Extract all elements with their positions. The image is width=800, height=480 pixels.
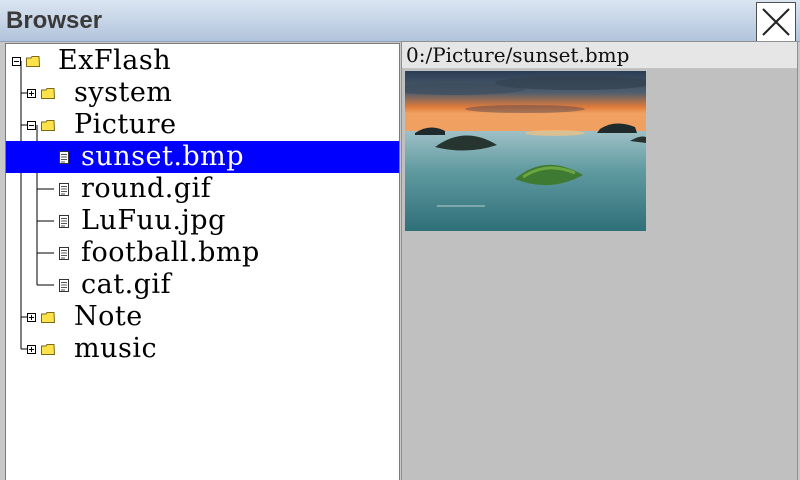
tree-item-label: Note [74,301,143,332]
tree-folder-item[interactable]: Note [6,301,399,333]
tree-file-item[interactable]: football.bmp [6,237,399,269]
preview-panel: 0:/Picture/sunset.bmp [401,41,798,480]
tree-item-label: music [74,333,158,364]
folder-open-icon [26,56,40,67]
expand-icon[interactable] [27,89,36,98]
file-icon [59,247,69,260]
tree-folder-item[interactable]: music [6,333,399,365]
tree-item-label: sunset.bmp [81,141,245,172]
collapse-icon[interactable] [27,121,36,130]
expand-icon[interactable] [27,345,36,354]
window-title-bar: Browser [0,0,800,42]
close-button[interactable] [756,2,796,42]
tree-folder-item[interactable]: system [6,77,399,109]
file-icon [59,279,69,292]
tree-item-label: Picture [74,109,177,140]
folder-icon [41,312,55,323]
folder-icon [41,88,55,99]
folder-open-icon [41,120,55,131]
file-icon [59,151,69,164]
tree-item-label: cat.gif [81,269,172,300]
tree-item-label: round.gif [81,173,212,204]
tree-item-label: LuFuu.jpg [81,205,226,236]
tree-file-item[interactable]: sunset.bmp [6,141,399,173]
file-icon [59,215,69,228]
folder-icon [41,344,55,355]
file-icon [59,183,69,196]
tree-folder-item[interactable]: ExFlash [6,45,399,77]
preview-image [405,71,646,231]
file-path-label: 0:/Picture/sunset.bmp [406,43,630,67]
tree-item-label: football.bmp [81,237,260,268]
file-tree[interactable]: ExFlash system Picture sunset.bmp round.gif L… [5,43,400,480]
tree-folder-item[interactable]: Picture [6,109,399,141]
tree-item-label: system [74,77,173,108]
tree-file-item[interactable]: LuFuu.jpg [6,205,399,237]
preview-header: 0:/Picture/sunset.bmp [402,42,797,69]
window-title: Browser [6,7,103,34]
expand-icon[interactable] [27,313,36,322]
tree-file-item[interactable]: round.gif [6,173,399,205]
close-icon [762,8,790,36]
collapse-icon[interactable] [12,57,21,66]
tree-item-label: ExFlash [58,45,172,76]
tree-file-item[interactable]: cat.gif [6,269,399,301]
